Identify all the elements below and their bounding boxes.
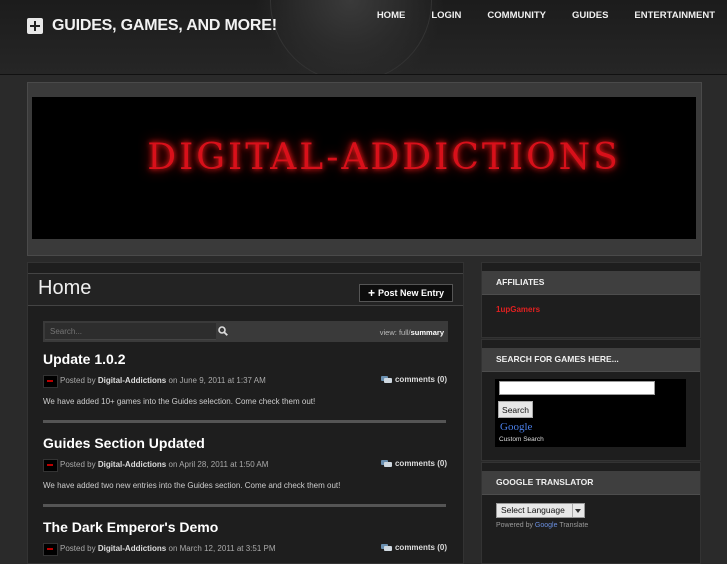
powered-by-label: Powered by: [496, 522, 533, 529]
comment-bubble-icon: [380, 459, 392, 467]
posted-by-label: Posted by: [60, 376, 96, 385]
post-title[interactable]: Guides Section Updated: [43, 435, 447, 451]
author-avatar[interactable]: [43, 375, 58, 388]
google-wordmark: Google: [534, 522, 558, 529]
powered-by-google[interactable]: Powered by Google Translate: [496, 522, 588, 529]
comments-count: comments (0): [394, 543, 447, 552]
post-excerpt: We have added 10+ games into the Guides …: [43, 397, 316, 406]
affiliate-link-1upgamers[interactable]: 1upGamers: [496, 305, 540, 314]
nav-home[interactable]: HOME: [364, 10, 419, 21]
chevron-down-icon: [572, 504, 584, 517]
language-select-value: Select Language: [501, 505, 565, 515]
translate-label: Translate: [559, 522, 589, 529]
post-entry: Update 1.0.2 Posted by Digital-Addiction…: [43, 351, 447, 423]
comments-count: comments (0): [394, 459, 447, 468]
affiliates-heading: AFFILIATES: [482, 271, 700, 295]
custom-search-caption: Custom Search: [499, 436, 544, 443]
author-link[interactable]: Digital-Addictions: [98, 544, 166, 553]
language-select[interactable]: Select Language: [496, 503, 585, 518]
comments-link[interactable]: comments (0): [380, 459, 447, 468]
banner: DIGITAL-ADDICTIONS: [32, 97, 696, 239]
custom-search-box: Search Google Custom Search: [495, 379, 686, 447]
author-link[interactable]: Digital-Addictions: [98, 376, 166, 385]
affiliates-widget: AFFILIATES 1upGamers: [481, 262, 701, 338]
nav-guides[interactable]: GUIDES: [559, 10, 621, 21]
blog-search-bar: view: full/summary: [43, 321, 448, 342]
author-link[interactable]: Digital-Addictions: [98, 460, 166, 469]
post-title[interactable]: Update 1.0.2: [43, 351, 447, 367]
game-search-widget: SEARCH FOR GAMES HERE... Search Google C…: [481, 339, 701, 461]
view-toggle: view: full/summary: [380, 328, 444, 337]
comments-link[interactable]: comments (0): [380, 543, 447, 552]
post-new-entry-button[interactable]: + Post New Entry: [359, 284, 453, 302]
post-meta: Posted by Digital-Addictions on June 9, …: [43, 375, 447, 388]
post-date: on March 12, 2011 at 3:51 PM: [168, 544, 276, 553]
banner-title: DIGITAL-ADDICTIONS: [147, 137, 621, 178]
google-logo: Google: [500, 421, 533, 433]
posted-by-label: Posted by: [60, 460, 96, 469]
post-entry: The Dark Emperor's Demo Posted by Digita…: [43, 519, 447, 556]
post-byline: Posted by Digital-Addictions on June 9, …: [60, 376, 266, 385]
nav-community[interactable]: COMMUNITY: [474, 10, 559, 21]
view-summary-link[interactable]: summary: [411, 328, 444, 337]
translator-widget: GOOGLE TRANSLATOR Select Language Powere…: [481, 462, 701, 564]
banner-frame: DIGITAL-ADDICTIONS: [27, 82, 702, 256]
nav-entertainment[interactable]: ENTERTAINMENT: [621, 10, 727, 21]
post-title[interactable]: The Dark Emperor's Demo: [43, 519, 447, 535]
translator-heading: GOOGLE TRANSLATOR: [482, 471, 700, 495]
nav-login[interactable]: LOGIN: [418, 10, 474, 21]
plus-icon: [27, 18, 43, 34]
main-content: Home + Post New Entry view: full/summary…: [27, 262, 464, 564]
site-logo[interactable]: GUIDES, GAMES, AND MORE!: [27, 17, 277, 35]
game-search-input[interactable]: [499, 381, 655, 395]
game-search-button[interactable]: Search: [498, 401, 533, 418]
plus-icon: +: [367, 286, 375, 300]
post-new-entry-label: Post New Entry: [378, 288, 445, 298]
post-meta: Posted by Digital-Addictions on April 28…: [43, 459, 447, 472]
post-date: on April 28, 2011 at 1:50 AM: [168, 460, 269, 469]
post-excerpt: We have added two new entries into the G…: [43, 481, 341, 490]
view-label: view:: [379, 328, 397, 337]
post-divider: [43, 420, 446, 423]
main-nav: HOME LOGIN COMMUNITY GUIDES ENTERTAINMEN…: [364, 10, 727, 21]
post-date: on June 9, 2011 at 1:37 AM: [168, 376, 266, 385]
site-title[interactable]: GUIDES, GAMES, AND MORE!: [52, 17, 277, 35]
comments-link[interactable]: comments (0): [380, 375, 447, 384]
game-search-heading: SEARCH FOR GAMES HERE...: [482, 348, 700, 372]
search-icon[interactable]: [218, 326, 228, 336]
post-entry: Guides Section Updated Posted by Digital…: [43, 435, 447, 507]
post-byline: Posted by Digital-Addictions on April 28…: [60, 460, 268, 469]
comments-count: comments (0): [394, 375, 447, 384]
comment-bubble-icon: [380, 375, 392, 383]
main-header: Home + Post New Entry: [28, 273, 463, 306]
post-byline: Posted by Digital-Addictions on March 12…: [60, 544, 276, 553]
top-bar: GUIDES, GAMES, AND MORE! HOME LOGIN COMM…: [0, 0, 727, 75]
posted-by-label: Posted by: [60, 544, 96, 553]
post-divider: [43, 504, 446, 507]
page-title: Home: [38, 277, 92, 299]
view-full-link[interactable]: full: [399, 328, 409, 337]
author-avatar[interactable]: [43, 459, 58, 472]
search-input[interactable]: [45, 323, 216, 340]
